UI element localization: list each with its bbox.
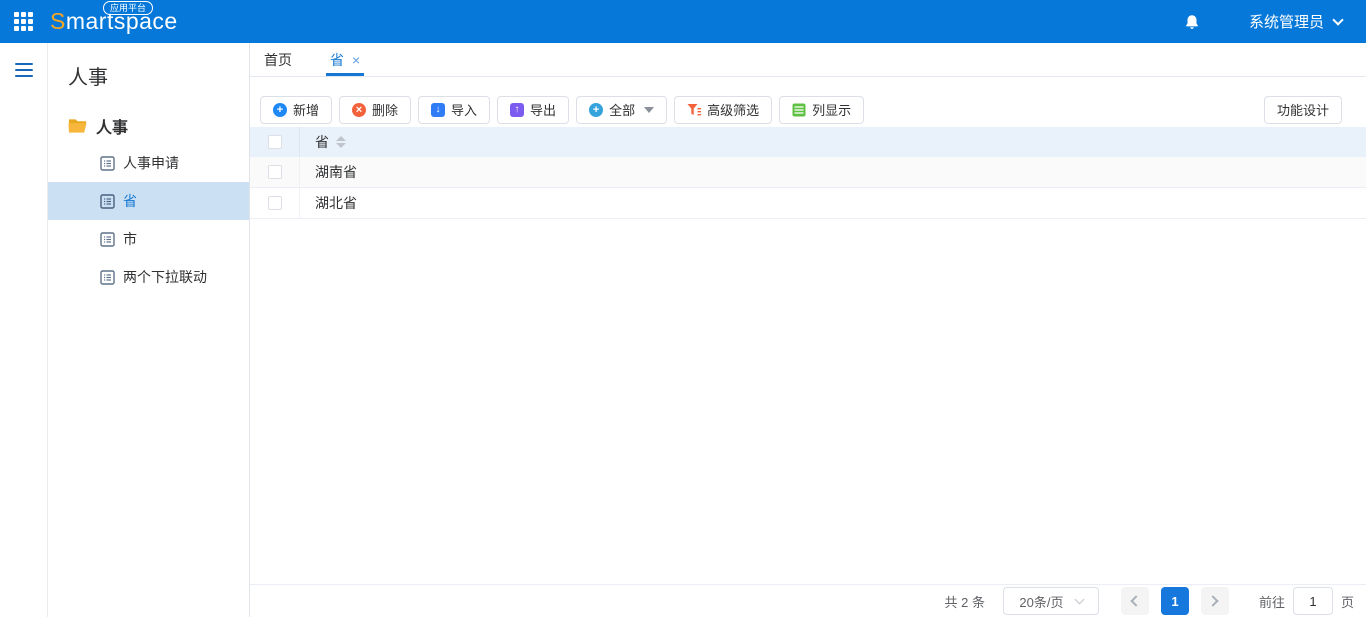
tree-folder-renshi[interactable]: 人事 bbox=[68, 114, 249, 138]
sort-icon[interactable] bbox=[336, 136, 346, 148]
row-checkbox[interactable] bbox=[267, 165, 282, 179]
form-icon bbox=[100, 231, 115, 247]
columns-table-icon bbox=[792, 103, 806, 117]
close-icon[interactable]: × bbox=[352, 53, 360, 67]
filter-funnel-icon bbox=[687, 103, 702, 117]
apps-grid-icon[interactable] bbox=[14, 11, 34, 32]
delete-circle-icon: × bbox=[352, 102, 367, 117]
sidebar-item-shi[interactable]: 市 bbox=[48, 220, 249, 258]
notification-bell-icon[interactable] bbox=[1183, 12, 1201, 32]
chevron-left-icon bbox=[1130, 595, 1143, 607]
table-row[interactable]: 湖南省 bbox=[250, 157, 1366, 188]
collapse-rail bbox=[0, 43, 48, 617]
sidebar-tree-panel: 人事 人事 人事申请 省 市 两个下拉联动 bbox=[48, 43, 250, 617]
function-design-button[interactable]: 功能设计 bbox=[1263, 95, 1342, 124]
goto-page-input[interactable] bbox=[1292, 587, 1333, 615]
row-checkbox[interactable] bbox=[267, 196, 282, 210]
goto-suffix: 页 bbox=[1340, 594, 1354, 610]
total-count: 共 2 条 bbox=[944, 594, 985, 610]
export-square-icon: ↑ bbox=[510, 102, 525, 117]
column-display-button[interactable]: 列显示 bbox=[779, 95, 865, 124]
cell-province: 湖南省 bbox=[315, 164, 357, 180]
tab-bar: 首页 省 × bbox=[250, 43, 1366, 77]
next-page-button[interactable] bbox=[1200, 587, 1229, 615]
prev-page-button[interactable] bbox=[1120, 587, 1149, 615]
form-icon bbox=[100, 193, 115, 209]
chevron-down-icon bbox=[1332, 13, 1344, 26]
sidebar-item-renshi-shenqing[interactable]: 人事申请 bbox=[48, 144, 249, 182]
app-header: Smartspace 应用平台 系统管理员 bbox=[0, 0, 1366, 43]
cell-province: 湖北省 bbox=[315, 195, 357, 211]
folder-icon bbox=[68, 119, 87, 133]
table-header-row: 省 bbox=[250, 127, 1366, 157]
panel-title: 人事 bbox=[68, 67, 108, 89]
scope-filter-dropdown[interactable]: + 全部 bbox=[576, 95, 668, 124]
page-number-1[interactable]: 1 bbox=[1160, 587, 1189, 615]
column-header-province[interactable]: 省 bbox=[315, 132, 329, 152]
delete-button[interactable]: × 删除 bbox=[339, 95, 412, 124]
menu-toggle-icon[interactable] bbox=[14, 63, 33, 77]
import-square-icon: ↓ bbox=[431, 102, 446, 117]
data-table: 省 湖南省 湖北省 bbox=[250, 127, 1366, 219]
user-menu[interactable]: 系统管理员 bbox=[1248, 11, 1344, 32]
logo-badge: 应用平台 bbox=[103, 1, 154, 15]
select-all-checkbox[interactable] bbox=[267, 135, 282, 149]
chevron-down-icon bbox=[1074, 594, 1084, 605]
tab-sheng[interactable]: 省 × bbox=[322, 43, 368, 76]
advanced-filter-button[interactable]: 高级筛选 bbox=[674, 95, 773, 124]
goto-label: 前往 bbox=[1258, 594, 1285, 610]
tree-folder-label: 人事 bbox=[96, 120, 129, 137]
logo: Smartspace 应用平台 bbox=[50, 0, 178, 43]
chevron-right-icon bbox=[1207, 595, 1220, 607]
page-size-select[interactable]: 20条/页 bbox=[1002, 587, 1099, 615]
sidebar-item-liangge-xiala-liandong[interactable]: 两个下拉联动 bbox=[48, 258, 249, 296]
user-name: 系统管理员 bbox=[1248, 14, 1324, 31]
add-circle-icon: + bbox=[273, 102, 287, 117]
table-row[interactable]: 湖北省 bbox=[250, 188, 1366, 219]
export-button[interactable]: ↑ 导出 bbox=[497, 95, 570, 124]
scope-circle-icon: + bbox=[589, 102, 604, 117]
form-icon bbox=[100, 155, 115, 171]
tab-home[interactable]: 首页 bbox=[256, 43, 300, 76]
add-button[interactable]: + 新增 bbox=[260, 95, 333, 124]
caret-down-icon bbox=[644, 106, 655, 113]
sidebar-item-sheng[interactable]: 省 bbox=[48, 182, 249, 220]
toolbar: + 新增 × 删除 ↓ 导入 ↑ 导出 + 全部 高级筛选 列显示 功能设计 bbox=[250, 77, 1366, 127]
main-content: 首页 省 × + 新增 × 删除 ↓ 导入 ↑ 导出 + 全部 高级筛选 列显示… bbox=[250, 43, 1366, 617]
form-icon bbox=[100, 269, 115, 285]
import-button[interactable]: ↓ 导入 bbox=[418, 95, 491, 124]
pagination-bar: 共 2 条 20条/页 1 前往 页 bbox=[250, 584, 1366, 617]
